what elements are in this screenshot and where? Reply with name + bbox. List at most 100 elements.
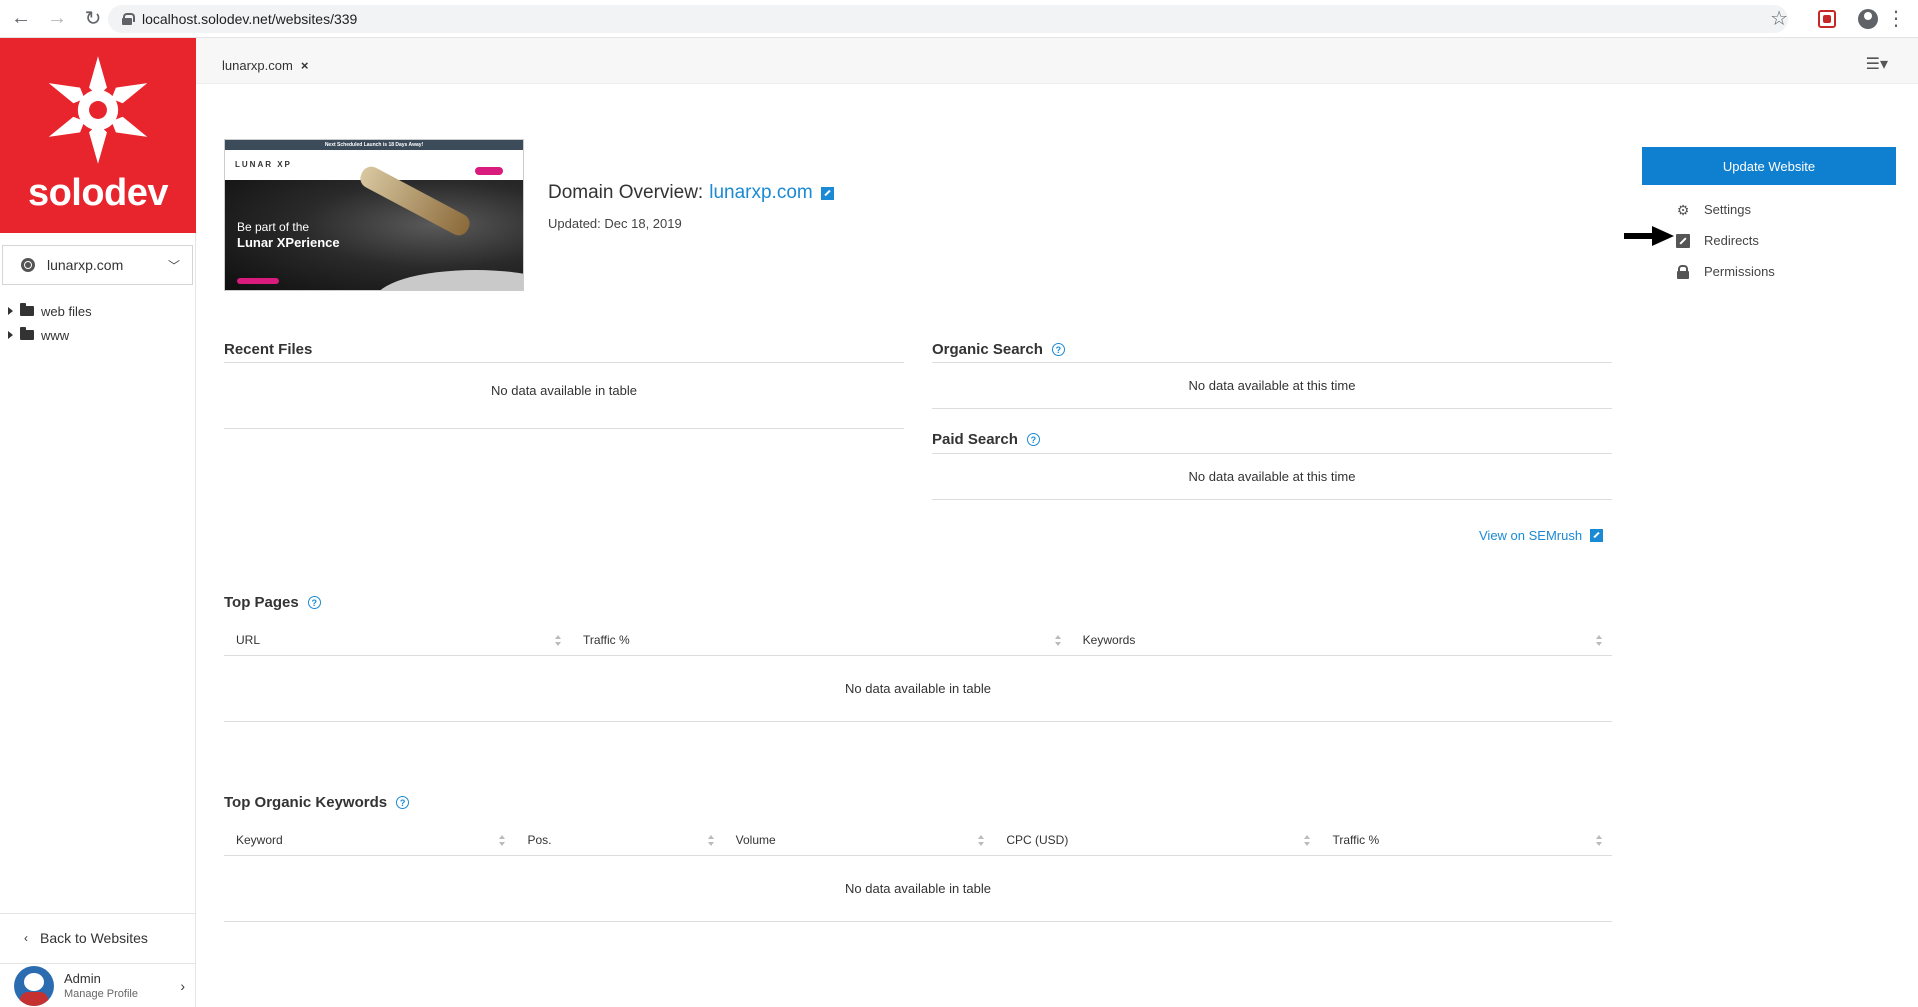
view-on-semrush-link[interactable]: View on SEMrush <box>1479 528 1604 543</box>
domain-link[interactable]: lunarxp.com <box>709 182 813 204</box>
organic-search-empty: No data available at this time <box>932 363 1612 409</box>
star-logo-icon <box>48 56 148 164</box>
redirects-link[interactable]: Redirects <box>1676 225 1775 256</box>
extension-icon[interactable] <box>1818 10 1836 28</box>
chevron-down-icon: ﹀ <box>167 258 180 273</box>
column-header-url[interactable]: URL <box>224 625 571 656</box>
sort-icon <box>1304 835 1311 847</box>
gear-icon: ⚙ <box>1676 201 1690 218</box>
user-profile[interactable]: Admin Manage Profile › <box>0 963 195 1007</box>
site-selector-label: lunarxp.com <box>47 257 124 273</box>
permissions-link[interactable]: Permissions <box>1676 256 1775 287</box>
column-header-traffic[interactable]: Traffic % <box>571 625 1071 656</box>
top-keywords-table: Keyword Pos. Volume CPC (USD) Traffic % … <box>224 825 1612 922</box>
sort-icon <box>1596 835 1602 847</box>
more-menu-icon[interactable]: ⋮ <box>1886 6 1906 31</box>
url-text: localhost.solodev.net/websites/339 <box>142 11 358 27</box>
folder-icon <box>20 327 34 340</box>
moon-shape <box>375 270 523 290</box>
recent-files-title: Recent Files <box>224 337 904 363</box>
back-arrow-icon[interactable]: ← <box>6 4 36 34</box>
organic-search-header: Organic Search ? <box>932 337 1612 363</box>
external-link-icon <box>1590 529 1604 542</box>
column-header-pos[interactable]: Pos. <box>515 825 724 856</box>
external-link-icon[interactable] <box>820 186 834 200</box>
pointer-arrow-icon <box>1624 226 1674 246</box>
close-icon[interactable]: × <box>301 58 309 73</box>
tab-bar: lunarxp.com × ☰▾ <box>196 38 1918 84</box>
thumbnail-hero-line1: Be part of the <box>237 220 310 234</box>
page-title: Domain Overview: lunarxp.com <box>548 182 834 204</box>
site-selector[interactable]: lunarxp.com ﹀ <box>2 245 193 285</box>
sort-icon <box>499 835 506 847</box>
main-content: Next Scheduled Launch is 18 Days Away! L… <box>196 84 1918 1007</box>
avatar <box>14 965 54 1006</box>
sidebar: solodev lunarxp.com ﹀ web files www ‹ Ba… <box>0 38 196 1007</box>
sort-icon <box>555 635 561 647</box>
paid-search-empty: No data available at this time <box>932 454 1612 500</box>
paid-search-title: Paid Search <box>932 431 1018 448</box>
settings-label: Settings <box>1704 202 1751 217</box>
help-icon[interactable]: ? <box>396 796 410 809</box>
help-icon[interactable]: ? <box>307 596 321 609</box>
organic-search-title: Organic Search <box>932 341 1043 358</box>
updated-date: Updated: Dec 18, 2019 <box>548 216 682 231</box>
bookmark-star-icon[interactable]: ☆ <box>1770 6 1788 31</box>
address-bar[interactable]: localhost.solodev.net/websites/339 <box>108 5 1788 33</box>
recent-files-empty: No data available in table <box>224 363 904 429</box>
top-pages-panel: Top Pages ? URL Traffic % Keywords No da… <box>224 594 1612 722</box>
top-pages-empty: No data available in table <box>224 655 1612 722</box>
domain-overview: Domain Overview: lunarxp.com Updated: De… <box>548 182 834 231</box>
thumbnail-hero-line2: Lunar XPerience <box>237 235 340 250</box>
column-header-keyword[interactable]: Keyword <box>224 825 516 856</box>
tab-label: lunarxp.com <box>222 58 293 73</box>
user-name: Admin <box>64 971 101 986</box>
permissions-label: Permissions <box>1704 264 1775 279</box>
tree-item-web-files[interactable]: web files <box>8 299 195 323</box>
sort-icon <box>1054 635 1061 647</box>
top-pages-header: Top Pages ? <box>224 594 1612 611</box>
hamburger-menu-icon[interactable]: ☰▾ <box>1866 54 1888 74</box>
thumbnail-banner: Next Scheduled Launch is 18 Days Away! <box>225 140 523 150</box>
lock-icon <box>122 13 135 25</box>
lock-icon <box>1676 264 1690 279</box>
help-icon[interactable]: ? <box>1051 343 1065 356</box>
thumbnail-nav-button <box>475 167 503 175</box>
top-keywords-header: Top Organic Keywords ? <box>224 794 1612 811</box>
chevron-right-icon: › <box>180 977 185 994</box>
tree-item-www[interactable]: www <box>8 323 195 347</box>
top-keywords-title: Top Organic Keywords <box>224 794 388 811</box>
chevron-left-icon: ‹ <box>24 930 28 945</box>
tree-item-label: web files <box>41 303 92 319</box>
brand-wordmark: solodev <box>27 172 169 214</box>
overview-prefix: Domain Overview: <box>548 182 704 203</box>
caret-right-icon[interactable] <box>8 331 13 339</box>
forward-arrow-icon[interactable]: → <box>42 4 72 34</box>
thumbnail-hero-button <box>237 278 279 284</box>
top-organic-keywords-panel: Top Organic Keywords ? Keyword Pos. Volu… <box>224 794 1612 922</box>
file-tree: web files www <box>0 299 195 347</box>
caret-right-icon[interactable] <box>8 307 13 315</box>
column-header-keywords[interactable]: Keywords <box>1070 625 1612 656</box>
folder-icon <box>20 303 34 316</box>
redirects-label: Redirects <box>1704 233 1759 248</box>
sort-icon <box>1596 635 1602 647</box>
paid-search-header: Paid Search ? <box>932 426 1612 454</box>
thumbnail-brand: LUNAR XP <box>235 160 292 169</box>
tab-lunarxp[interactable]: lunarxp.com × <box>222 58 308 73</box>
profile-icon[interactable] <box>1858 9 1878 29</box>
solodev-logo[interactable]: solodev <box>0 38 196 233</box>
recent-files-panel: Recent Files No data available in table <box>224 337 904 429</box>
column-header-cpc[interactable]: CPC (USD) <box>994 825 1321 856</box>
settings-link[interactable]: ⚙ Settings <box>1676 194 1775 225</box>
help-icon[interactable]: ? <box>1026 433 1040 446</box>
back-to-websites-link[interactable]: ‹ Back to Websites <box>0 913 195 961</box>
website-actions: ⚙ Settings Redirects Permissions <box>1676 194 1775 287</box>
column-header-volume[interactable]: Volume <box>723 825 995 856</box>
reload-icon[interactable]: ↻ <box>78 4 108 34</box>
top-pages-table: URL Traffic % Keywords No data available… <box>224 625 1612 722</box>
update-website-button[interactable]: Update Website <box>1642 147 1896 185</box>
semrush-label: View on SEMrush <box>1479 528 1583 543</box>
column-header-traffic[interactable]: Traffic % <box>1320 825 1612 856</box>
top-pages-title: Top Pages <box>224 594 299 611</box>
